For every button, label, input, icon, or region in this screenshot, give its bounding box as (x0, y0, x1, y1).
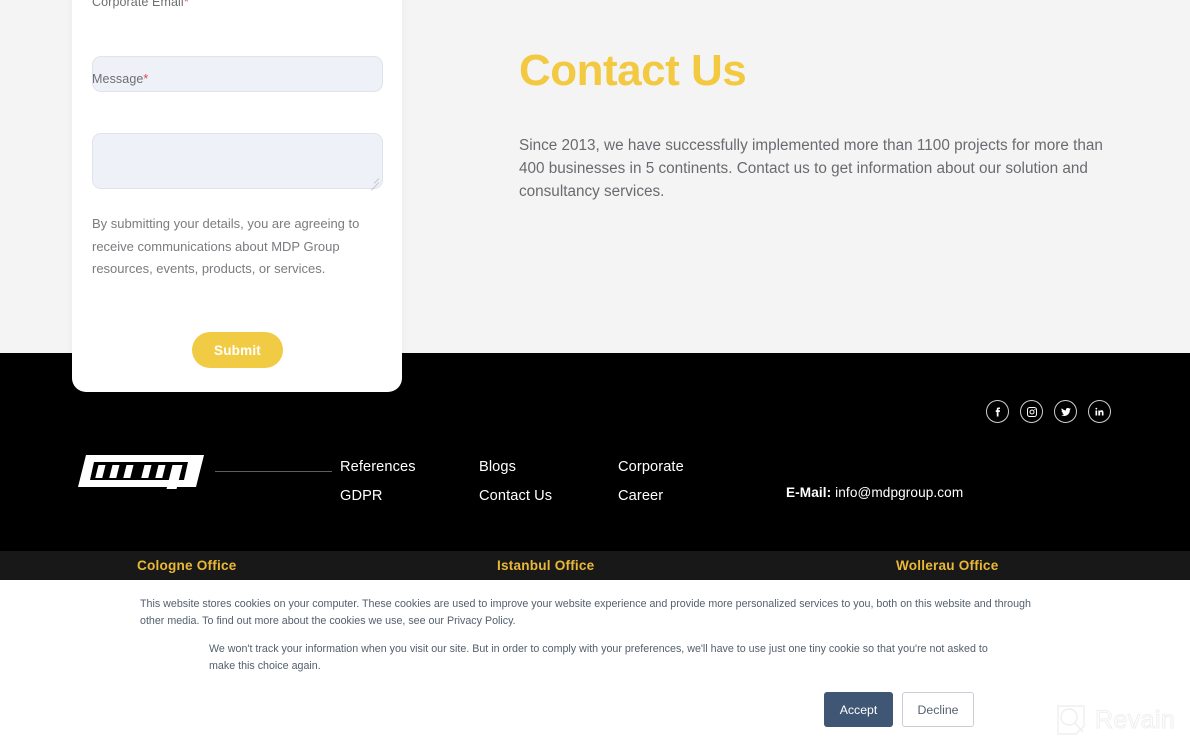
footer-link-contact-us[interactable]: Contact Us (479, 482, 618, 511)
footer-link-column: Corporate Career (618, 453, 757, 511)
footer-link-column: References GDPR (340, 453, 479, 511)
contact-form-card: Corporate Email* Message* By submitting … (72, 0, 402, 392)
accept-button[interactable]: Accept (824, 692, 893, 727)
required-asterisk: * (183, 0, 189, 9)
facebook-icon[interactable] (986, 400, 1009, 423)
footer-link-career[interactable]: Career (618, 482, 757, 511)
decline-button[interactable]: Decline (902, 692, 974, 727)
footer-email-value[interactable]: info@mdpgroup.com (835, 485, 963, 500)
offices-strip: Cologne Office Istanbul Office Wollerau … (0, 551, 1190, 580)
message-label-text: Message (92, 72, 144, 86)
hero-copy: Contact Us Since 2013, we have successfu… (519, 46, 1119, 203)
revain-watermark-text: Revain (1094, 705, 1176, 734)
footer-link-blogs[interactable]: Blogs (479, 453, 618, 482)
mdp-logo[interactable] (72, 451, 332, 491)
instagram-icon[interactable] (1020, 400, 1043, 423)
corporate-email-label-text: Corporate Email (92, 0, 184, 9)
mdp-logo-mark (78, 455, 204, 489)
footer-link-gdpr[interactable]: GDPR (340, 482, 479, 511)
page-title: Contact Us (519, 46, 747, 95)
contact-section: Corporate Email* Message* By submitting … (0, 0, 1190, 392)
footer-links: References GDPR Blogs Contact Us Corpora… (340, 453, 757, 511)
corporate-email-label: Corporate Email* (92, 0, 189, 9)
message-label: Message* (92, 72, 148, 86)
office-istanbul: Istanbul Office (497, 558, 595, 573)
revain-watermark: Revain (1056, 704, 1175, 736)
logo-divider (215, 470, 332, 472)
cookie-paragraph-1: This website stores cookies on your comp… (140, 598, 1031, 627)
linkedin-icon[interactable] (1088, 400, 1111, 423)
resize-handle-icon[interactable] (368, 174, 380, 191)
social-links (986, 400, 1111, 423)
footer-link-references[interactable]: References (340, 453, 479, 482)
footer-link-column: Blogs Contact Us (479, 453, 618, 511)
office-cologne: Cologne Office (137, 558, 237, 573)
footer-email-label: E-Mail: (786, 485, 832, 500)
office-wollerau: Wollerau Office (896, 558, 999, 573)
hero-description: Since 2013, we have successfully impleme… (519, 137, 1103, 201)
footer-link-corporate[interactable]: Corporate (618, 453, 757, 482)
consent-text: By submitting your details, you are agre… (92, 216, 360, 276)
required-asterisk: * (143, 72, 149, 86)
footer-email: E-Mail: info@mdpgroup.com (786, 485, 963, 500)
submit-button[interactable]: Submit (192, 332, 283, 368)
revain-logo-icon (1057, 705, 1085, 735)
cookie-banner: This website stores cookies on your comp… (0, 580, 1190, 753)
message-textarea[interactable] (92, 133, 383, 191)
twitter-icon[interactable] (1054, 400, 1077, 423)
page-root: Corporate Email* Message* By submitting … (0, 0, 1190, 753)
cookie-paragraph-2: We won't track your information when you… (209, 643, 988, 672)
